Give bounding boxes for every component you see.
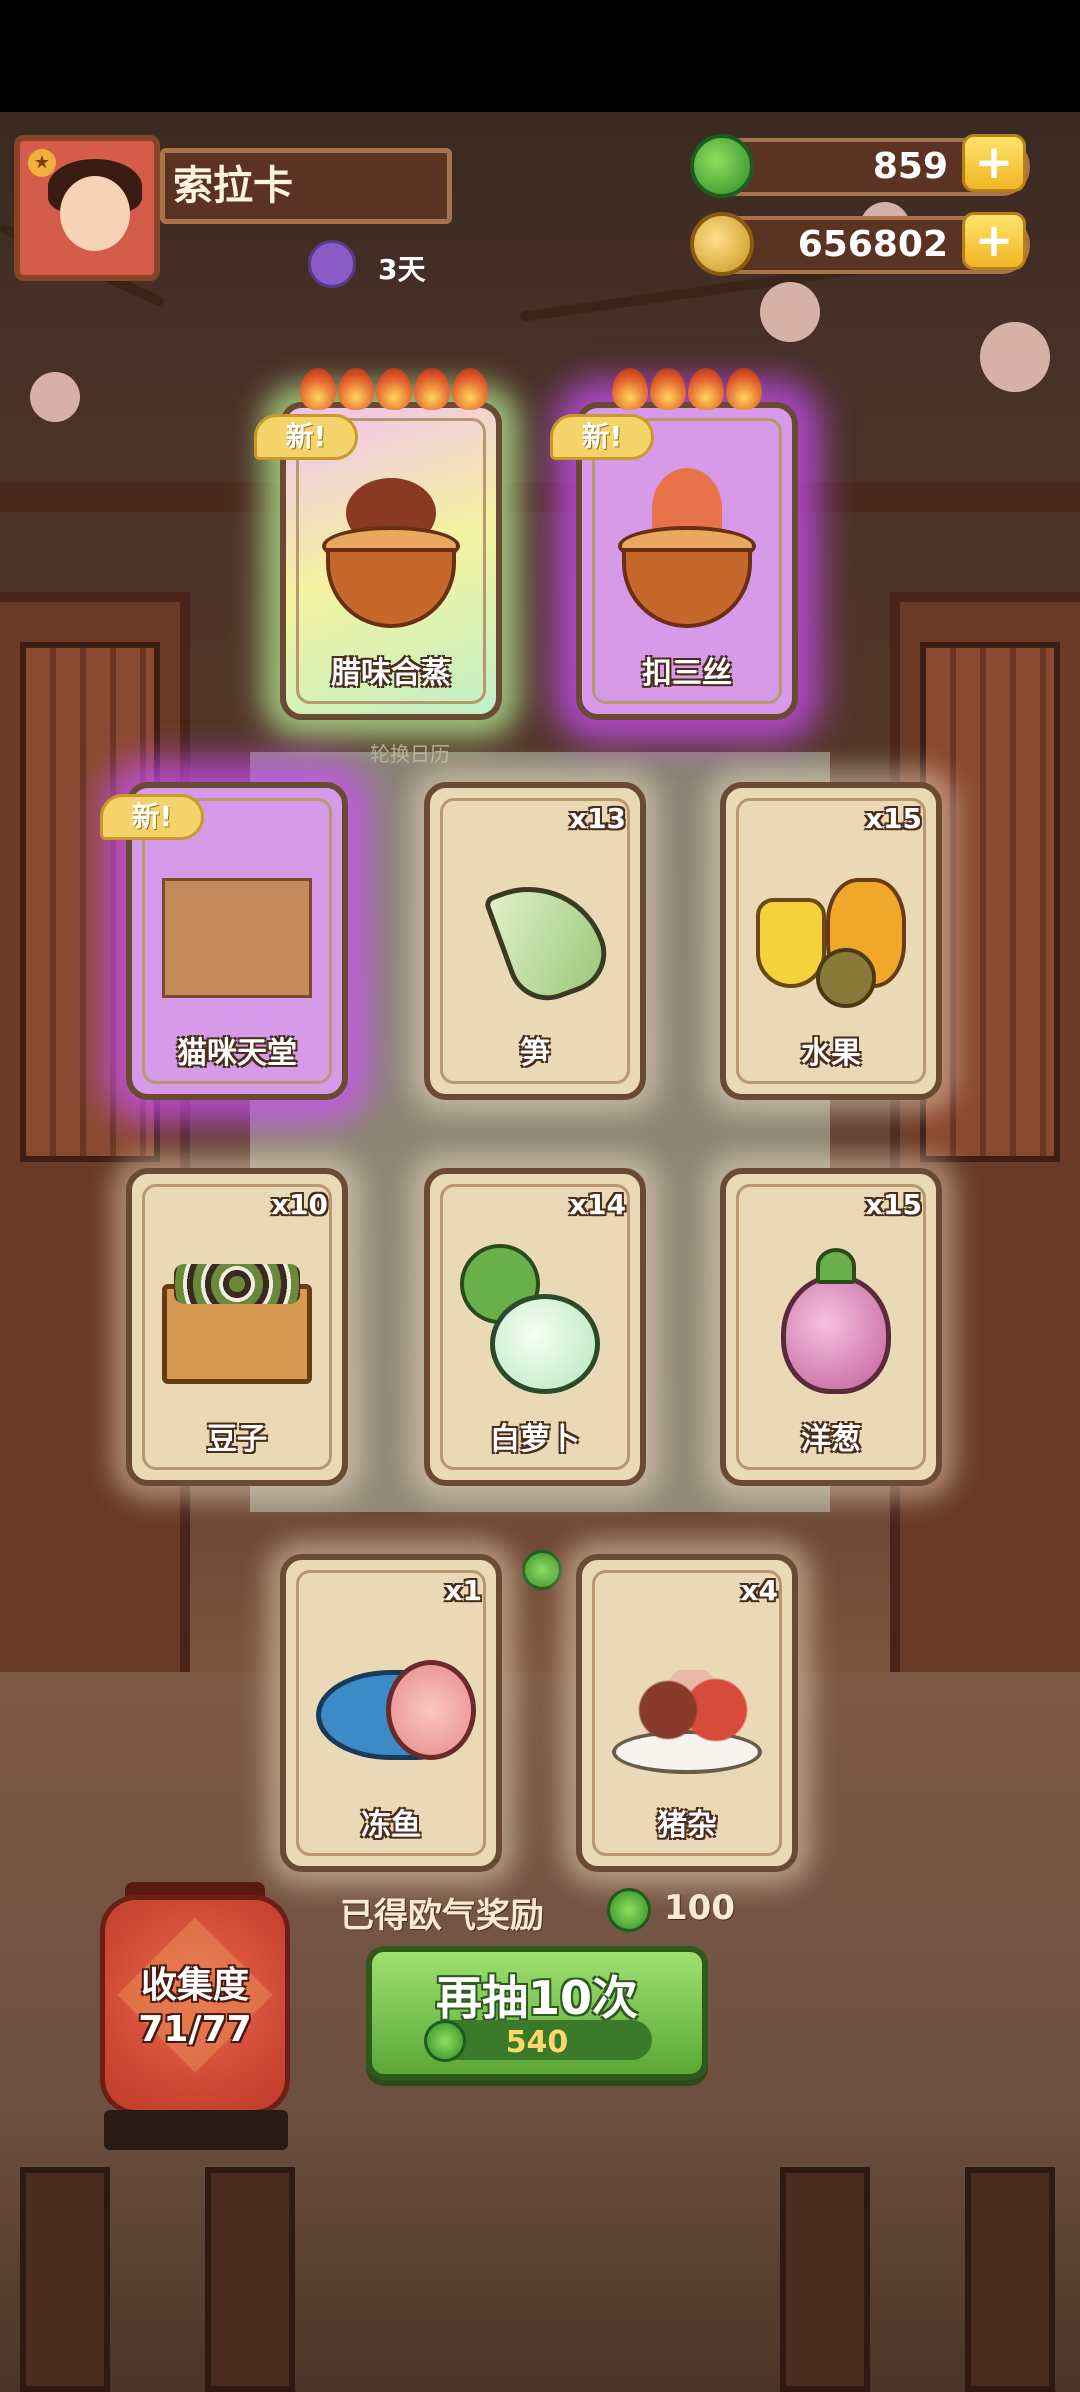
bamboo-shoot-icon [460,858,618,1012]
card-radish[interactable]: x14 白萝卜 [424,1168,646,1486]
reward-label: 已得欧气奖励 [340,1896,544,1936]
flame-icon [650,368,686,410]
blossom-decoration [980,322,1050,392]
onion-shape [781,1274,891,1394]
radish-icon [460,1244,610,1394]
card-label: 腊味合蒸 [331,656,451,691]
jade-icon [607,1888,651,1932]
onion-icon [756,1244,906,1394]
add-jade-button[interactable]: + [962,134,1026,192]
status-bar [0,0,1080,112]
card-label: 扣三丝 [642,656,732,691]
beans-shape [174,1264,300,1304]
card-count: x13 [568,802,626,835]
card-cured-meat-dish[interactable]: 新! 腊味合蒸 [254,368,502,720]
flame-rating [612,368,762,410]
card-label: 冻鱼 [361,1808,421,1843]
flame-icon [688,368,724,410]
card-count: x14 [568,1188,626,1221]
cat-room-icon [162,858,312,1008]
card-label: 笋 [520,1036,550,1071]
card-label: 白萝卜 [490,1422,580,1457]
collection-progress: 71/77 [138,2009,252,2050]
card-count: x10 [270,1188,328,1221]
wall-beam [0,482,1080,512]
jade-icon [522,1550,562,1590]
collection-lantern[interactable]: 收集度 71/77 [100,1895,290,2115]
draw-again-button[interactable]: 再抽10次 540 [366,1946,708,2080]
fish-cut-shape [386,1660,476,1760]
lantern-stand [104,2110,288,2150]
card-label: 洋葱 [801,1422,861,1457]
new-badge: 新! [550,414,654,460]
beans-icon [162,1244,312,1394]
cured-meat-dish-icon [316,478,466,628]
bowl-shape [622,548,752,628]
card-beans[interactable]: x10 豆子 [126,1168,348,1486]
fruit-icon [756,858,906,1008]
card-label: 豆子 [207,1422,267,1457]
flame-icon [726,368,762,410]
card-label: 猫咪天堂 [177,1036,297,1071]
card-noodle-bowl[interactable]: 新! 扣三丝 [550,368,798,720]
flame-icon [452,368,488,410]
noodle-bowl-icon [612,468,762,628]
bowl-shape [326,548,456,628]
flame-icon [414,368,450,410]
new-badge: 新! [254,414,358,460]
collection-title: 收集度 [140,1965,249,2006]
bamboo-shape [482,864,618,1012]
room-shape [162,878,312,998]
card-count: x15 [864,802,922,835]
draw-cost: 540 [505,2025,569,2060]
kiwi-shape [816,948,876,1008]
flame-icon [612,368,648,410]
railing-post [20,2167,110,2392]
card-count: x15 [864,1188,922,1221]
card-cat-paradise[interactable]: 新! 猫咪天堂 [100,782,348,1100]
onion-sprout [816,1248,856,1284]
coin-icon [690,212,754,276]
card-label: 猪杂 [657,1808,717,1843]
flame-icon [338,368,374,410]
jade-icon [690,134,754,198]
player-name: 索拉卡 [160,148,452,224]
avatar-face [60,176,130,251]
cat-day-icon [308,240,356,288]
reward-amount: 100 [664,1888,735,1928]
card-frozen-fish[interactable]: x1 冻鱼 [280,1554,502,1872]
card-onion[interactable]: x15 洋葱 [720,1168,942,1486]
pork-offal-icon [612,1630,762,1780]
railing-post [780,2167,870,2392]
flame-icon [376,368,412,410]
frozen-fish-icon [316,1630,476,1780]
blossom-decoration [30,372,80,422]
new-badge: 新! [100,794,204,840]
card-count: x1 [444,1574,482,1607]
level-badge-icon: ★ [28,149,56,177]
calendar-sign: 轮换日历 [370,742,450,766]
offal-shape [632,1670,752,1750]
blossom-decoration [760,282,820,342]
railing-post [205,2167,295,2392]
draw-again-label: 再抽10次 [435,1971,638,2025]
card-fruit[interactable]: x15 水果 [720,782,942,1100]
card-bamboo-shoot[interactable]: x13 笋 [424,782,646,1100]
card-label: 水果 [801,1036,861,1071]
card-pork-offal[interactable]: x4 猪杂 [576,1554,798,1872]
railing-post [965,2167,1055,2392]
flame-rating [300,368,488,410]
add-coins-button[interactable]: + [962,212,1026,270]
card-count: x4 [740,1574,778,1607]
flame-icon [300,368,336,410]
days-counter: 3天 [378,253,426,286]
radish-shape [490,1294,600,1394]
avatar[interactable]: ★ [14,135,160,281]
